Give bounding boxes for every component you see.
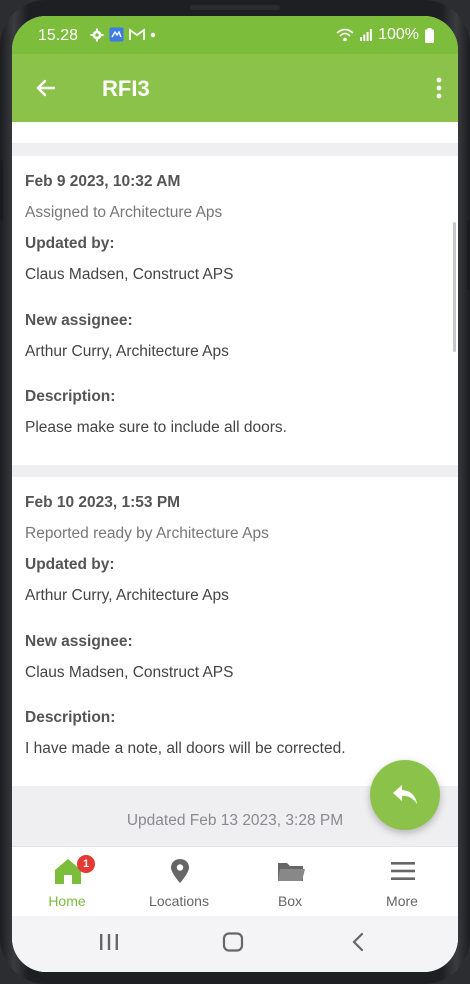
updated-by-label: Updated by: — [25, 235, 115, 252]
history-list[interactable]: Feb 9 2023, 10:32 AM Assigned to Archite… — [12, 122, 458, 846]
nav-label-home: Home — [48, 893, 86, 909]
app-bar: RFI3 — [12, 54, 458, 122]
nav-label-more: More — [386, 893, 418, 909]
nav-item-home[interactable]: 1 Home — [17, 847, 117, 917]
home-button-icon[interactable] — [222, 932, 244, 952]
updated-by-label: Updated by: — [25, 556, 115, 573]
location-pin-icon — [171, 859, 189, 883]
top-notch — [190, 5, 280, 10]
overflow-menu-icon[interactable] — [434, 76, 444, 100]
nav-item-locations[interactable]: Locations — [129, 847, 229, 917]
entry-action: Assigned to Architecture Aps — [25, 204, 223, 221]
entry-action: Reported ready by Architecture Aps — [25, 525, 269, 542]
status-notification-icons — [90, 27, 156, 42]
notification-badge: 1 — [77, 855, 95, 873]
dot-icon — [150, 32, 156, 37]
description-label: Description: — [25, 388, 116, 405]
nav-item-box[interactable]: Box — [240, 847, 340, 917]
updated-by-value: Arthur Curry, Architecture Aps — [25, 587, 229, 604]
battery-level: 100% — [378, 26, 419, 43]
page-title: RFI3 — [102, 76, 150, 101]
screen: 15.28 100% RFI3 Feb 9 2023, 10:32 AM Ass… — [12, 16, 458, 972]
status-bar: 15.28 100% — [12, 16, 458, 54]
new-assignee-value: Claus Madsen, Construct APS — [25, 664, 234, 681]
nav-label-locations: Locations — [149, 893, 209, 909]
system-navigation-bar — [12, 916, 458, 972]
nav-item-more[interactable]: More — [352, 847, 452, 917]
new-assignee-value: Arthur Curry, Architecture Aps — [25, 343, 229, 360]
battery-icon — [425, 27, 434, 43]
nav-label-box: Box — [277, 893, 303, 909]
phone-frame: 15.28 100% RFI3 Feb 9 2023, 10:32 AM Ass… — [0, 0, 470, 984]
entry-timestamp: Feb 10 2023, 1:53 PM — [25, 494, 181, 511]
description-label: Description: — [25, 709, 116, 726]
recent-apps-icon[interactable] — [98, 932, 120, 952]
history-entry: Feb 10 2023, 1:53 PM Reported ready by A… — [12, 477, 458, 786]
bottom-navigation: 1 Home Locations Box More — [12, 846, 458, 917]
scrollbar[interactable] — [453, 222, 456, 352]
reply-icon — [393, 785, 417, 804]
settings-gear-icon — [90, 28, 104, 41]
app-notification-icon — [109, 27, 124, 42]
new-assignee-label: New assignee: — [25, 312, 133, 329]
hamburger-icon — [391, 862, 415, 880]
system-back-icon[interactable] — [350, 932, 366, 952]
gmail-icon — [129, 28, 145, 40]
description-value: I have made a note, all doors will be co… — [25, 740, 346, 757]
signal-icon — [360, 29, 372, 41]
back-arrow-icon[interactable] — [34, 76, 58, 100]
description-value: Please make sure to include all doors. — [25, 419, 287, 436]
status-time: 15.28 — [38, 27, 79, 44]
folder-icon — [278, 863, 305, 881]
previous-card-stub — [12, 122, 458, 143]
history-entry: Feb 9 2023, 10:32 AM Assigned to Archite… — [12, 156, 458, 465]
entry-timestamp: Feb 9 2023, 10:32 AM — [25, 173, 181, 190]
reply-button[interactable] — [370, 760, 440, 830]
status-right: 100% — [336, 26, 434, 44]
updated-by-value: Claus Madsen, Construct APS — [25, 266, 234, 283]
new-assignee-label: New assignee: — [25, 633, 133, 650]
volume-button — [0, 160, 3, 220]
wifi-icon — [336, 28, 354, 42]
